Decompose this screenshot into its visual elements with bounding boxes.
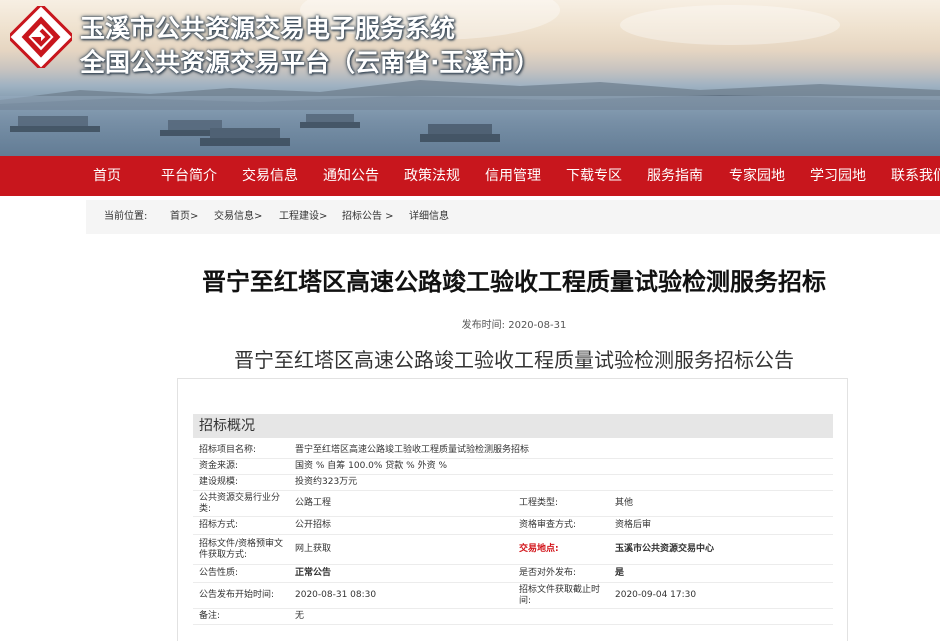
row-label: 建设规模: [199, 477, 239, 487]
breadcrumb-prefix: 当前位置: [104, 211, 148, 222]
table-row: 资金来源: 国资 % 自筹 100.0% 贷款 % 外资 % [193, 459, 833, 475]
row-label: 备注: [199, 611, 221, 621]
table-row: 招标文件/资格预审文件获取方式: 网上获取 交易地点: 玉溪市公共资源交易中心 [193, 535, 833, 565]
logo-icon [10, 6, 72, 68]
row-label: 招标项目名称: [199, 445, 257, 455]
row-label-2: 资格审查方式: [519, 520, 577, 530]
row-label: 招标方式: [199, 520, 239, 530]
publish-date: 发布时间: 2020-08-31 [0, 316, 940, 331]
row-value: 公路工程 [295, 498, 332, 508]
nav-item-downloads[interactable]: 下载专区 [566, 156, 622, 196]
publish-date-value: 2020-08-31 [508, 320, 567, 331]
breadcrumb-construction[interactable]: 工程建设> [279, 200, 327, 234]
banner-boats [10, 114, 500, 146]
row-label-2: 招标文件获取截止时间: [519, 584, 601, 606]
nav-item-notices[interactable]: 通知公告 [323, 156, 379, 196]
row-value-2: 其他 [615, 498, 634, 508]
main-nav: 首页 平台简介 交易信息 通知公告 政策法规 信用管理 下载专区 服务指南 专家… [0, 156, 940, 196]
nav-item-experts[interactable]: 专家园地 [729, 156, 785, 196]
overview-heading: 招标概况 [193, 414, 833, 438]
breadcrumb-home[interactable]: 首页> [170, 200, 198, 234]
nav-item-home[interactable]: 首页 [93, 156, 121, 196]
row-value: 国资 % 自筹 100.0% 贷款 % 外资 % [295, 461, 447, 471]
table-row: 建设规模: 投资约323万元 [193, 475, 833, 491]
nav-item-learning[interactable]: 学习园地 [810, 156, 866, 196]
publish-date-label: 发布时间: [461, 320, 506, 331]
row-label: 公告发布开始时间: [199, 590, 275, 600]
nav-item-trade-info[interactable]: 交易信息 [242, 156, 298, 196]
table-row: 招标项目名称: 晋宁至红塔区高速公路竣工验收工程质量试验检测服务招标 [193, 443, 833, 459]
table-row: 公告性质: 正常公告 是否对外发布: 是 [193, 565, 833, 583]
table-row: 备注: 无 [193, 609, 833, 625]
row-value: 网上获取 [295, 544, 332, 554]
row-value: 2020-08-31 08:30 [295, 590, 377, 600]
banner-cloud [620, 5, 840, 45]
row-value-2: 是 [615, 568, 625, 578]
notice-subtitle: 晋宁至红塔区高速公路竣工验收工程质量试验检测服务招标公告 [234, 348, 794, 372]
row-label-2: 是否对外发布: [519, 568, 577, 578]
row-label: 公共资源交易行业分类: [199, 492, 281, 514]
nav-item-contact[interactable]: 联系我们 [891, 156, 940, 196]
row-label-2: 交易地点: [519, 544, 559, 554]
header-banner: 玉溪市公共资源交易电子服务系统 全国公共资源交易平台（云南省·玉溪市） [0, 0, 940, 156]
page-title: 晋宁至红塔区高速公路竣工验收工程质量试验检测服务招标 [202, 268, 826, 296]
breadcrumb-detail: 详细信息 [409, 211, 449, 222]
breadcrumb-tender-notice[interactable]: 招标公告 > [342, 200, 394, 234]
row-value: 公开招标 [295, 520, 332, 530]
row-value: 无 [295, 611, 305, 621]
nav-item-credit[interactable]: 信用管理 [485, 156, 541, 196]
row-value: 晋宁至红塔区高速公路竣工验收工程质量试验检测服务招标 [295, 445, 530, 455]
breadcrumb: 当前位置: 首页> 交易信息> 工程建设> 招标公告 > 详细信息 [86, 200, 940, 234]
row-label-2: 工程类型: [519, 498, 559, 508]
row-value-2: 2020-09-04 17:30 [615, 590, 697, 600]
row-value: 正常公告 [295, 568, 332, 578]
nav-item-policies[interactable]: 政策法规 [404, 156, 460, 196]
table-row: 公告发布开始时间: 2020-08-31 08:30 招标文件获取截止时间: 2… [193, 583, 833, 609]
row-value: 投资约323万元 [295, 477, 358, 487]
row-value-2: 资格后审 [615, 520, 652, 530]
nav-item-guide[interactable]: 服务指南 [647, 156, 703, 196]
row-label: 公告性质: [199, 568, 239, 578]
table-row: 公共资源交易行业分类: 公路工程 工程类型: 其他 [193, 491, 833, 517]
breadcrumb-trade-info[interactable]: 交易信息> [214, 200, 262, 234]
row-label: 招标文件/资格预审文件获取方式: [199, 538, 284, 560]
nav-item-about[interactable]: 平台简介 [161, 156, 217, 196]
site-title-main: 玉溪市公共资源交易电子服务系统 [80, 14, 456, 43]
table-row: 招标方式: 公开招标 资格审查方式: 资格后审 [193, 517, 833, 535]
row-value-2: 玉溪市公共资源交易中心 [615, 544, 715, 554]
row-label: 资金来源: [199, 461, 239, 471]
site-title-sub: 全国公共资源交易平台（云南省·玉溪市） [80, 48, 540, 77]
